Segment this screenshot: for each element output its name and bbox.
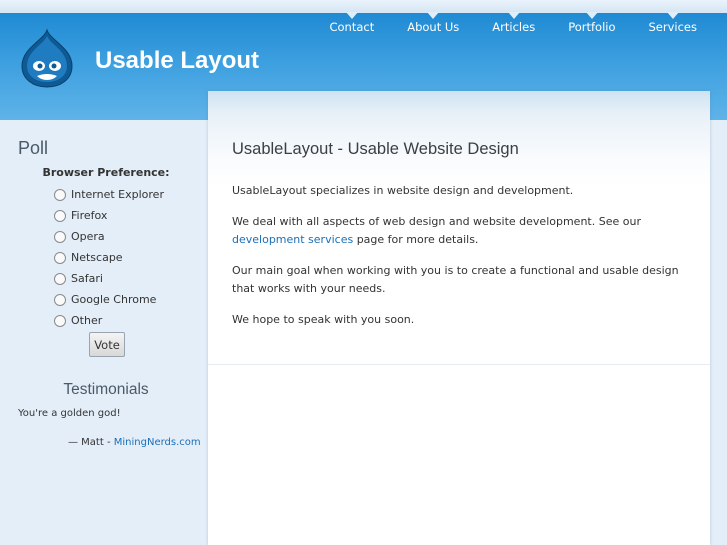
main-content: UsableLayout - Usable Website Design Usa… xyxy=(208,91,710,545)
radio-button[interactable] xyxy=(54,188,66,201)
choice-label: Opera xyxy=(71,230,105,243)
text: We deal with all aspects of web design a… xyxy=(232,215,641,228)
nav-label: Articles xyxy=(492,20,536,34)
author-prefix: — Matt - xyxy=(68,437,114,448)
nav-notch-icon xyxy=(507,12,520,19)
nav-articles[interactable]: Articles xyxy=(492,12,536,34)
nav-services[interactable]: Services xyxy=(648,12,698,34)
development-services-link[interactable]: development services xyxy=(232,233,353,246)
testimonial-author: — Matt - MiningNerds.com xyxy=(68,437,201,448)
nav-notch-icon xyxy=(585,12,598,19)
content-header-gradient xyxy=(208,91,710,186)
sidebar: Poll Browser Preference: Internet Explor… xyxy=(0,120,208,545)
author-link[interactable]: MiningNerds.com xyxy=(114,437,201,448)
poll-question: Browser Preference: xyxy=(42,166,170,179)
nav-label: Contact xyxy=(329,20,375,34)
poll-choice-netscape[interactable]: Netscape xyxy=(54,251,123,264)
nav-notch-icon xyxy=(427,12,440,19)
nav-notch-icon xyxy=(345,12,358,19)
radio-button[interactable] xyxy=(54,209,66,222)
poll-choice-other[interactable]: Other xyxy=(54,314,102,327)
site-name-link[interactable]: Usable Layout xyxy=(95,47,259,75)
content-divider xyxy=(208,364,710,365)
nav-label: Services xyxy=(648,20,698,34)
paragraph-intro: UsableLayout specializes in website desi… xyxy=(232,184,574,197)
radio-button[interactable] xyxy=(54,272,66,285)
testimonials-title: Testimonials xyxy=(63,381,149,398)
choice-label: Firefox xyxy=(71,209,108,222)
choice-label: Google Chrome xyxy=(71,293,157,306)
poll-choice-google-chrome[interactable]: Google Chrome xyxy=(54,293,156,306)
page-title: UsableLayout - Usable Website Design xyxy=(232,140,519,158)
vote-button[interactable]: Vote xyxy=(89,332,125,357)
poll-choice-safari[interactable]: Safari xyxy=(54,272,103,285)
page-right-edge xyxy=(710,120,727,545)
poll-choice-opera[interactable]: Opera xyxy=(54,230,105,243)
paragraph-services: We deal with all aspects of web design a… xyxy=(232,213,692,249)
radio-button[interactable] xyxy=(54,251,66,264)
poll-title: Poll xyxy=(18,138,49,158)
poll-choice-firefox[interactable]: Firefox xyxy=(54,209,107,222)
main-nav: Contact About Us Articles Portfolio Serv… xyxy=(296,12,698,34)
nav-about-us[interactable]: About Us xyxy=(407,12,460,34)
testimonial-quote: You're a golden god! xyxy=(18,408,121,419)
choice-label: Netscape xyxy=(71,251,123,264)
choice-label: Other xyxy=(71,314,103,327)
radio-button[interactable] xyxy=(54,314,66,327)
nav-contact[interactable]: Contact xyxy=(329,12,375,34)
drupal-logo-icon[interactable] xyxy=(20,28,74,88)
nav-portfolio[interactable]: Portfolio xyxy=(568,12,616,34)
radio-button[interactable] xyxy=(54,293,66,306)
poll-choice-internet-explorer[interactable]: Internet Explorer xyxy=(54,188,164,201)
choice-label: Safari xyxy=(71,272,103,285)
paragraph-closing: We hope to speak with you soon. xyxy=(232,313,415,326)
nav-notch-icon xyxy=(666,12,679,19)
paragraph-goal: Our main goal when working with you is t… xyxy=(232,264,679,295)
top-strip xyxy=(0,0,727,13)
nav-label: Portfolio xyxy=(568,20,616,34)
text: page for more details. xyxy=(353,233,479,246)
radio-button[interactable] xyxy=(54,230,66,243)
choice-label: Internet Explorer xyxy=(71,188,164,201)
nav-label: About Us xyxy=(407,20,460,34)
